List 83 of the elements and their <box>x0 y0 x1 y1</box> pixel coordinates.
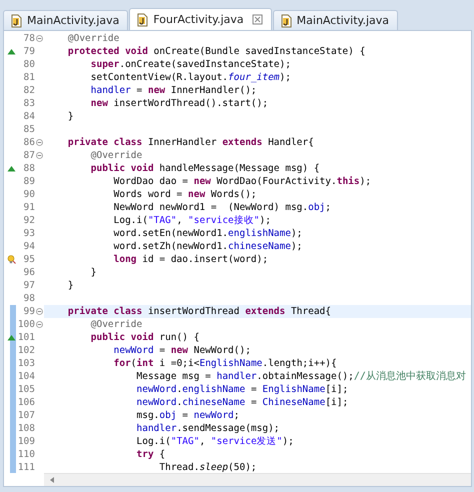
code-line: word.setZh(newWord1.chineseName); <box>112 240 304 253</box>
code-line: private class InnerHandler extends Handler{ <box>66 136 315 149</box>
file-tab[interactable]: MainActivity.java <box>272 10 398 30</box>
code-line: Words word = new Words(); <box>112 188 258 201</box>
line-number: 93 <box>22 228 35 239</box>
line-number: 83 <box>22 98 35 109</box>
code-line: for(int i =0;i<EnglishName.length;i++){ <box>112 357 338 370</box>
collapse-icon[interactable] <box>36 308 43 315</box>
line-number: 81 <box>22 72 35 83</box>
line-number: 82 <box>22 85 35 96</box>
line-number: 87 <box>22 150 35 161</box>
line-number: 102 <box>16 345 35 356</box>
line-number: 98 <box>22 293 35 304</box>
line-number: 104 <box>16 371 35 382</box>
lightbulb-icon <box>7 255 16 264</box>
code-line: newWord.englishName = EnglishName[i]; <box>136 383 350 396</box>
code-line: try { <box>136 448 166 461</box>
line-number: 92 <box>22 215 35 226</box>
code-line: WordDao dao = new WordDao(FourActivity.this); <box>112 175 372 188</box>
java-file-icon <box>278 14 293 28</box>
code-line: @Override <box>90 318 144 331</box>
file-tab[interactable]: FourActivity.java <box>129 8 272 30</box>
collapse-icon[interactable] <box>36 152 43 159</box>
code-line: public void run() { <box>90 331 200 344</box>
code-line: Log.i("TAG", "service接收"); <box>112 214 272 227</box>
line-number: 94 <box>22 241 35 252</box>
line-number: 99 <box>22 306 35 317</box>
close-icon[interactable] <box>252 14 263 25</box>
line-number: 95 <box>22 254 35 265</box>
line-number: 110 <box>16 449 35 460</box>
line-number: 107 <box>16 410 35 421</box>
code-line: word.setEn(newWord1.englishName); <box>112 227 304 240</box>
collapse-icon[interactable] <box>36 321 43 328</box>
code-line: handler.sendMessage(msg); <box>136 422 281 435</box>
line-number: 79 <box>22 46 35 57</box>
code-line: super.onCreate(savedInstanceState); <box>90 58 292 71</box>
line-number: 96 <box>22 267 35 278</box>
line-number: 88 <box>22 163 35 174</box>
line-number: 109 <box>16 436 35 447</box>
horizontal-scrollbar[interactable] <box>44 473 471 486</box>
triangle-icon <box>7 164 16 173</box>
line-number: 86 <box>22 137 35 148</box>
triangle-icon <box>7 47 16 56</box>
line-number: 84 <box>22 111 35 122</box>
line-number: 85 <box>22 124 35 135</box>
code-line: long id = dao.insert(word); <box>112 253 270 266</box>
code-line: public void handleMessage(Message msg) { <box>90 162 321 175</box>
scroll-left-icon[interactable] <box>48 476 56 484</box>
line-number: 97 <box>22 280 35 291</box>
code-line: setContentView(R.layout.four_item); <box>90 71 292 84</box>
collapse-icon[interactable] <box>36 35 43 42</box>
code-line: new insertWordThread().start(); <box>90 97 270 110</box>
java-file-icon <box>135 12 150 26</box>
line-number: 89 <box>22 176 35 187</box>
triangle-icon <box>7 333 16 342</box>
line-number: 103 <box>16 358 35 369</box>
line-number: 78 <box>22 33 35 44</box>
line-number: 105 <box>16 384 35 395</box>
code-line: Log.i("TAG", "service发送"); <box>136 435 295 448</box>
code-line: @Override <box>66 32 120 45</box>
code-line: handler = new InnerHandler(); <box>90 84 258 97</box>
line-number: 101 <box>16 332 35 343</box>
line-number: 91 <box>22 202 35 213</box>
line-number: 106 <box>16 397 35 408</box>
code-line: Thread.sleep(50); <box>158 461 258 473</box>
line-number: 80 <box>22 59 35 70</box>
code-line: } <box>66 279 75 292</box>
collapse-icon[interactable] <box>36 139 43 146</box>
code-line: Message msg = handler.obtainMessage();//从消息池中获取消息对 <box>136 370 467 383</box>
file-tab[interactable]: MainActivity.java <box>3 10 128 30</box>
code-line: NewWord newWord1 = (NewWord) msg.obj; <box>112 201 332 214</box>
line-number: 111 <box>16 462 35 473</box>
code-line: newWord.chineseName = ChineseName[i]; <box>136 396 350 409</box>
line-number: 100 <box>16 319 35 330</box>
code-line: } <box>90 266 98 279</box>
line-number: 90 <box>22 189 35 200</box>
code-line: protected void onCreate(Bundle savedInstanceState) { <box>66 45 366 58</box>
code-line: } <box>66 110 75 123</box>
code-line: msg.obj = newWord; <box>136 409 241 422</box>
line-number: 108 <box>16 423 35 434</box>
java-file-icon <box>9 14 23 28</box>
code-line: @Override <box>90 149 144 162</box>
code-line: newWord = new NewWord(); <box>112 344 252 357</box>
